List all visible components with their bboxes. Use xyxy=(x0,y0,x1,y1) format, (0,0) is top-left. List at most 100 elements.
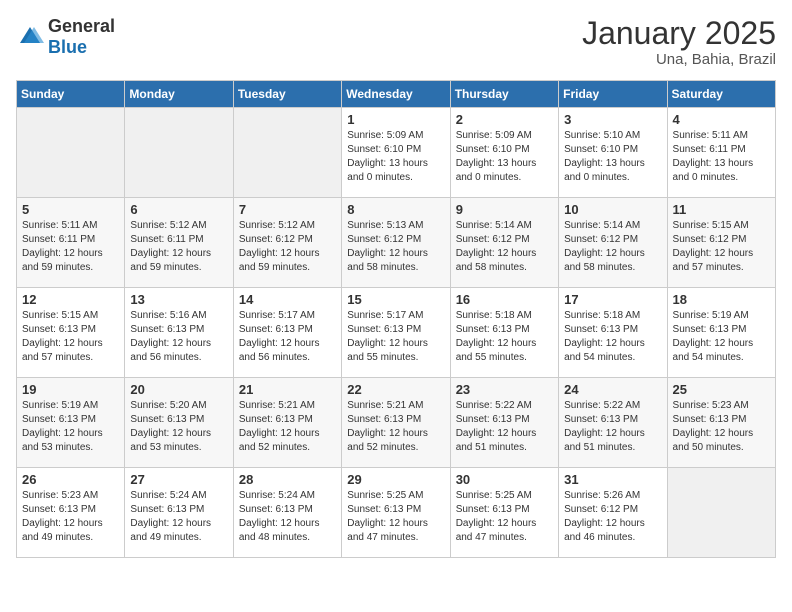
calendar-cell: 31 Sunrise: 5:26 AMSunset: 6:12 PMDayligh… xyxy=(559,468,667,558)
day-info: Sunrise: 5:12 AMSunset: 6:12 PMDaylight:… xyxy=(239,219,336,275)
day-info: Sunrise: 5:11 AMSunset: 6:11 PMDaylight:… xyxy=(673,129,770,185)
logo-general: General xyxy=(48,16,115,36)
logo-text: General Blue xyxy=(48,16,115,58)
day-info: Sunrise: 5:24 AMSunset: 6:13 PMDaylight:… xyxy=(130,489,227,545)
day-info: Sunrise: 5:14 AMSunset: 6:12 PMDaylight:… xyxy=(564,219,661,275)
day-info: Sunrise: 5:09 AMSunset: 6:10 PMDaylight:… xyxy=(456,129,553,185)
day-number: 2 xyxy=(456,112,553,127)
calendar-week-row: 5 Sunrise: 5:11 AMSunset: 6:11 PMDaylight… xyxy=(17,198,776,288)
calendar-cell: 12 Sunrise: 5:15 AMSunset: 6:13 PMDayligh… xyxy=(17,288,125,378)
day-info: Sunrise: 5:09 AMSunset: 6:10 PMDaylight:… xyxy=(347,129,444,185)
day-info: Sunrise: 5:24 AMSunset: 6:13 PMDaylight:… xyxy=(239,489,336,545)
calendar-cell: 29 Sunrise: 5:25 AMSunset: 6:13 PMDayligh… xyxy=(342,468,450,558)
day-number: 7 xyxy=(239,202,336,217)
calendar-cell: 24 Sunrise: 5:22 AMSunset: 6:13 PMDayligh… xyxy=(559,378,667,468)
day-number: 15 xyxy=(347,292,444,307)
day-info: Sunrise: 5:18 AMSunset: 6:13 PMDaylight:… xyxy=(564,309,661,365)
calendar-cell: 15 Sunrise: 5:17 AMSunset: 6:13 PMDayligh… xyxy=(342,288,450,378)
page-header: General Blue January 2025 Una, Bahia, Br… xyxy=(16,16,776,68)
day-header-friday: Friday xyxy=(559,81,667,108)
calendar-cell: 9Sunrise: 5:14 AMSunset: 6:12 PMDaylight… xyxy=(450,198,558,288)
day-info: Sunrise: 5:13 AMSunset: 6:12 PMDaylight:… xyxy=(347,219,444,275)
logo: General Blue xyxy=(16,16,115,58)
day-info: Sunrise: 5:14 AMSunset: 6:12 PMDaylight:… xyxy=(456,219,553,275)
calendar-week-row: 19Sunrise: 5:19 AMSunset: 6:13 PMDayligh… xyxy=(17,378,776,468)
calendar-cell: 25 Sunrise: 5:23 AMSunset: 6:13 PMDayligh… xyxy=(667,378,775,468)
calendar-cell xyxy=(125,108,233,198)
day-info: Sunrise: 5:19 AMSunset: 6:13 PMDaylight:… xyxy=(673,309,770,365)
day-info: Sunrise: 5:23 AMSunset: 6:13 PMDaylight:… xyxy=(673,399,770,455)
day-info: Sunrise: 5:15 AMSunset: 6:12 PMDaylight:… xyxy=(673,219,770,275)
day-info: Sunrise: 5:18 AMSunset: 6:13 PMDaylight:… xyxy=(456,309,553,365)
logo-icon xyxy=(16,23,44,51)
day-info: Sunrise: 5:16 AMSunset: 6:13 PMDaylight:… xyxy=(130,309,227,365)
day-header-sunday: Sunday xyxy=(17,81,125,108)
day-info: Sunrise: 5:17 AMSunset: 6:13 PMDaylight:… xyxy=(239,309,336,365)
day-info: Sunrise: 5:22 AMSunset: 6:13 PMDaylight:… xyxy=(456,399,553,455)
day-number: 10 xyxy=(564,202,661,217)
day-number: 11 xyxy=(673,202,770,217)
calendar-cell xyxy=(17,108,125,198)
day-info: Sunrise: 5:25 AMSunset: 6:13 PMDaylight:… xyxy=(347,489,444,545)
day-info: Sunrise: 5:22 AMSunset: 6:13 PMDaylight:… xyxy=(564,399,661,455)
calendar-cell: 8 Sunrise: 5:13 AMSunset: 6:12 PMDaylight… xyxy=(342,198,450,288)
day-number: 6 xyxy=(130,202,227,217)
calendar-cell xyxy=(233,108,341,198)
day-info: Sunrise: 5:25 AMSunset: 6:13 PMDaylight:… xyxy=(456,489,553,545)
day-number: 12 xyxy=(22,292,119,307)
day-header-thursday: Thursday xyxy=(450,81,558,108)
calendar-cell: 6 Sunrise: 5:12 AMSunset: 6:11 PMDaylight… xyxy=(125,198,233,288)
calendar-cell: 5 Sunrise: 5:11 AMSunset: 6:11 PMDaylight… xyxy=(17,198,125,288)
day-number: 17 xyxy=(564,292,661,307)
calendar-cell: 30 Sunrise: 5:25 AMSunset: 6:13 PMDayligh… xyxy=(450,468,558,558)
calendar-cell: 1 Sunrise: 5:09 AMSunset: 6:10 PMDaylight… xyxy=(342,108,450,198)
calendar-cell: 16Sunrise: 5:18 AMSunset: 6:13 PMDayligh… xyxy=(450,288,558,378)
day-number: 13 xyxy=(130,292,227,307)
day-number: 27 xyxy=(130,472,227,487)
calendar-table: SundayMondayTuesdayWednesdayThursdayFrid… xyxy=(16,80,776,558)
day-header-tuesday: Tuesday xyxy=(233,81,341,108)
day-info: Sunrise: 5:26 AMSunset: 6:12 PMDaylight:… xyxy=(564,489,661,545)
day-number: 20 xyxy=(130,382,227,397)
day-info: Sunrise: 5:12 AMSunset: 6:11 PMDaylight:… xyxy=(130,219,227,275)
calendar-header-row: SundayMondayTuesdayWednesdayThursdayFrid… xyxy=(17,81,776,108)
calendar-cell: 27 Sunrise: 5:24 AMSunset: 6:13 PMDayligh… xyxy=(125,468,233,558)
calendar-cell: 18Sunrise: 5:19 AMSunset: 6:13 PMDayligh… xyxy=(667,288,775,378)
calendar-cell: 2 Sunrise: 5:09 AMSunset: 6:10 PMDaylight… xyxy=(450,108,558,198)
month-title: January 2025 xyxy=(582,16,776,51)
day-number: 28 xyxy=(239,472,336,487)
day-number: 8 xyxy=(347,202,444,217)
calendar-cell: 22Sunrise: 5:21 AMSunset: 6:13 PMDayligh… xyxy=(342,378,450,468)
calendar-cell: 10 Sunrise: 5:14 AMSunset: 6:12 PMDayligh… xyxy=(559,198,667,288)
day-number: 23 xyxy=(456,382,553,397)
day-number: 30 xyxy=(456,472,553,487)
calendar-cell: 17 Sunrise: 5:18 AMSunset: 6:13 PMDayligh… xyxy=(559,288,667,378)
day-header-saturday: Saturday xyxy=(667,81,775,108)
day-header-monday: Monday xyxy=(125,81,233,108)
day-number: 29 xyxy=(347,472,444,487)
location: Una, Bahia, Brazil xyxy=(582,51,776,68)
day-number: 1 xyxy=(347,112,444,127)
day-number: 4 xyxy=(673,112,770,127)
day-info: Sunrise: 5:17 AMSunset: 6:13 PMDaylight:… xyxy=(347,309,444,365)
day-number: 14 xyxy=(239,292,336,307)
day-number: 25 xyxy=(673,382,770,397)
calendar-cell xyxy=(667,468,775,558)
calendar-cell: 7 Sunrise: 5:12 AMSunset: 6:12 PMDaylight… xyxy=(233,198,341,288)
calendar-cell: 21 Sunrise: 5:21 AMSunset: 6:13 PMDayligh… xyxy=(233,378,341,468)
day-number: 5 xyxy=(22,202,119,217)
day-number: 3 xyxy=(564,112,661,127)
day-number: 19 xyxy=(22,382,119,397)
title-block: January 2025 Una, Bahia, Brazil xyxy=(582,16,776,68)
day-info: Sunrise: 5:11 AMSunset: 6:11 PMDaylight:… xyxy=(22,219,119,275)
day-number: 24 xyxy=(564,382,661,397)
day-info: Sunrise: 5:15 AMSunset: 6:13 PMDaylight:… xyxy=(22,309,119,365)
day-number: 21 xyxy=(239,382,336,397)
day-info: Sunrise: 5:10 AMSunset: 6:10 PMDaylight:… xyxy=(564,129,661,185)
day-info: Sunrise: 5:21 AMSunset: 6:13 PMDaylight:… xyxy=(239,399,336,455)
day-info: Sunrise: 5:20 AMSunset: 6:13 PMDaylight:… xyxy=(130,399,227,455)
day-number: 31 xyxy=(564,472,661,487)
calendar-cell: 14 Sunrise: 5:17 AMSunset: 6:13 PMDayligh… xyxy=(233,288,341,378)
calendar-cell: 20 Sunrise: 5:20 AMSunset: 6:13 PMDayligh… xyxy=(125,378,233,468)
calendar-week-row: 12 Sunrise: 5:15 AMSunset: 6:13 PMDayligh… xyxy=(17,288,776,378)
